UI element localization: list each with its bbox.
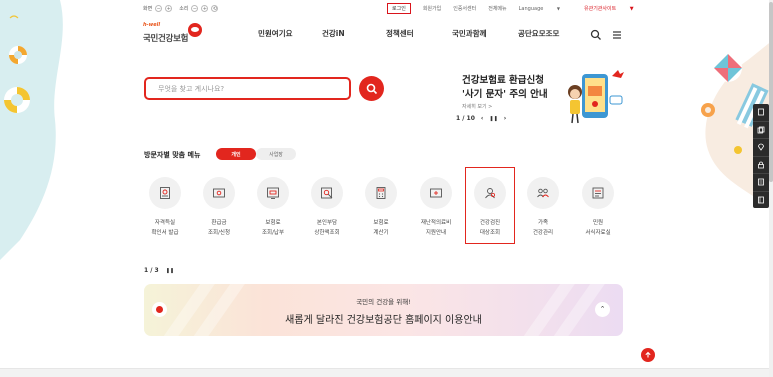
nav-item-health-in[interactable]: 건강iN [322, 28, 386, 39]
menu-item-label: 민원 서식자료실 [585, 220, 611, 236]
medical-support-icon [420, 177, 452, 209]
zoom-plus-button[interactable]: + [201, 5, 209, 12]
hamburger-menu-icon[interactable] [611, 26, 623, 39]
zoom-reset-button[interactable]: ⟲ [211, 5, 219, 12]
menu-item-label: 자격득실 확인서 발급 [151, 220, 179, 236]
notice-page-indicator: 1 / 10 [456, 115, 475, 122]
notice-more-link[interactable]: 자세히 보기 > [462, 103, 492, 110]
zoom-label: 소리 [179, 6, 189, 12]
site-logo[interactable]: h-well 국민건강보험 [143, 22, 203, 48]
visitor-menu-page-indicator: 1 / 3 [144, 267, 159, 274]
main-nav: 민원여기요 건강iN 정책센터 국민과함께 공단요모조모 [258, 28, 559, 39]
prev-icon[interactable]: ‹ [481, 115, 483, 122]
search-button[interactable] [359, 76, 384, 101]
menu-item-calculator[interactable]: 보험료 계산기 [356, 177, 406, 238]
footer-edge [0, 368, 773, 377]
homepage-guide-banner[interactable]: 국민의 건강을 위해! 새롭게 달라진 건강보험공단 홈페이지 이용안내 ⌃ [144, 284, 623, 336]
text-size-minus-button[interactable]: − [155, 5, 163, 12]
quick-location-icon[interactable] [753, 139, 769, 157]
notice-title-line1: 건강보험료 환급신청 [462, 75, 544, 86]
caret-down-icon: ▼ [556, 5, 560, 11]
quick-copy-icon[interactable] [753, 122, 769, 139]
tab-personal[interactable]: 개인 [216, 148, 256, 160]
language-select[interactable]: Language ▼ [519, 6, 572, 12]
certificate-icon [149, 177, 181, 209]
nav-item-policy[interactable]: 정책센터 [386, 28, 452, 39]
arrow-up-icon [645, 351, 651, 358]
nav-item-together[interactable]: 국민과함께 [452, 28, 518, 39]
banner-subtitle: 국민의 건강을 위해! [356, 298, 411, 306]
join-link[interactable]: 회원가입 [423, 5, 441, 12]
menu-item-qualification[interactable]: 자격득실 확인서 발급 [140, 177, 190, 238]
cert-center-link[interactable]: 인증서센터 [453, 5, 476, 12]
chevron-up-icon: ⌃ [599, 305, 606, 313]
pause-icon[interactable]: ❚❚ [166, 268, 174, 274]
search-icon [366, 83, 377, 94]
zoom-minus-button[interactable]: − [191, 5, 199, 12]
search-icon[interactable] [590, 26, 602, 40]
pause-icon[interactable]: ❚❚ [489, 116, 497, 122]
login-link[interactable]: 로그인 [387, 3, 411, 14]
calculator-icon [365, 177, 397, 209]
text-size-controls: 화면 − + 소리 − + ⟲ [143, 5, 219, 12]
visitor-menu-title: 방문자별 맞춤 메뉴 [144, 151, 201, 159]
tab-business[interactable]: 사업장 [256, 148, 296, 160]
menu-item-label: 재난적의료비 지원안내 [420, 220, 452, 236]
nav-item-about[interactable]: 공단요모조모 [518, 28, 559, 39]
partner-sites-select[interactable]: 유관기관사이트 ▼ [584, 5, 646, 12]
menu-item-forms[interactable]: 민원 서식자료실 [573, 177, 623, 238]
sitemap-link[interactable]: 전체메뉴 [488, 5, 506, 12]
menu-item-label: 보험료 조회/납부 [261, 220, 285, 236]
utility-links: 로그인 회원가입 인증서센터 전체메뉴 Language ▼ 유관기관사이트 ▼ [387, 3, 658, 14]
nav-item-minwon[interactable]: 민원여기요 [258, 28, 322, 39]
visitor-menu-pager: 1 / 3 ❚❚ [144, 267, 174, 274]
menu-item-label: 본인부담 상한액조회 [314, 220, 340, 236]
search-input[interactable]: 무엇을 찾고 계시나요? [144, 77, 351, 100]
menu-item-premium-payment[interactable]: 보험료 조회/납부 [248, 177, 298, 238]
logo-name: 국민건강보험 [143, 34, 189, 44]
page-scrollbar[interactable] [769, 0, 773, 377]
menu-item-disaster-medical[interactable]: 재난적의료비 지원안내 [411, 177, 461, 238]
payment-icon [257, 177, 289, 209]
phone-scam-illustration [568, 70, 624, 124]
menu-item-label: 가족 건강관리 [532, 220, 554, 236]
refund-icon [203, 177, 235, 209]
menu-item-family-health[interactable]: 가족 건강관리 [518, 177, 568, 238]
quick-doc-icon[interactable] [753, 104, 769, 122]
menu-item-checkup[interactable]: 건강검진 대상조회 [465, 167, 515, 244]
notice-title[interactable]: 건강보험료 환급신청 '사기 문자' 주의 안내 [462, 74, 548, 102]
menu-item-label: 보험료 계산기 [373, 220, 389, 236]
next-icon[interactable]: › [504, 115, 506, 122]
family-icon [527, 177, 559, 209]
search-doc-icon [311, 177, 343, 209]
caret-down-icon: ▼ [629, 6, 634, 12]
checkup-icon [474, 177, 506, 209]
logo-tagline: h-well [143, 22, 161, 28]
banner-title: 새롭게 달라진 건강보험공단 홈페이지 이용안내 [285, 315, 482, 326]
scrollbar-thumb[interactable] [769, 2, 773, 182]
logo-mark-icon [188, 23, 202, 37]
language-label: Language [518, 5, 544, 12]
menu-item-refund[interactable]: 환급금 조회/신청 [194, 177, 244, 238]
quick-form-icon[interactable] [753, 174, 769, 192]
notice-title-line2: '사기 문자' 주의 안내 [462, 89, 548, 100]
text-size-plus-button[interactable]: + [165, 5, 173, 12]
search-placeholder: 무엇을 찾고 계시나요? [158, 85, 225, 93]
beach-decoration-left [0, 0, 63, 260]
text-size-label: 화면 [143, 6, 153, 12]
quick-lock-icon[interactable] [753, 157, 769, 174]
nav-actions [590, 26, 623, 40]
quick-book-icon[interactable] [753, 192, 769, 209]
menu-item-label: 건강검진 대상조회 [479, 220, 501, 236]
menu-item-label: 환급금 조회/신청 [207, 220, 231, 236]
banner-up-button[interactable]: ⌃ [595, 302, 610, 317]
scroll-top-button[interactable] [641, 348, 655, 362]
menu-item-copay-limit[interactable]: 본인부담 상한액조회 [302, 177, 352, 238]
partner-sites-label: 유관기관사이트 [584, 6, 617, 12]
quick-menu-bar [753, 104, 769, 208]
notice-pager: 1 / 10 ‹ ❚❚ › [456, 115, 506, 122]
forms-icon [582, 177, 614, 209]
